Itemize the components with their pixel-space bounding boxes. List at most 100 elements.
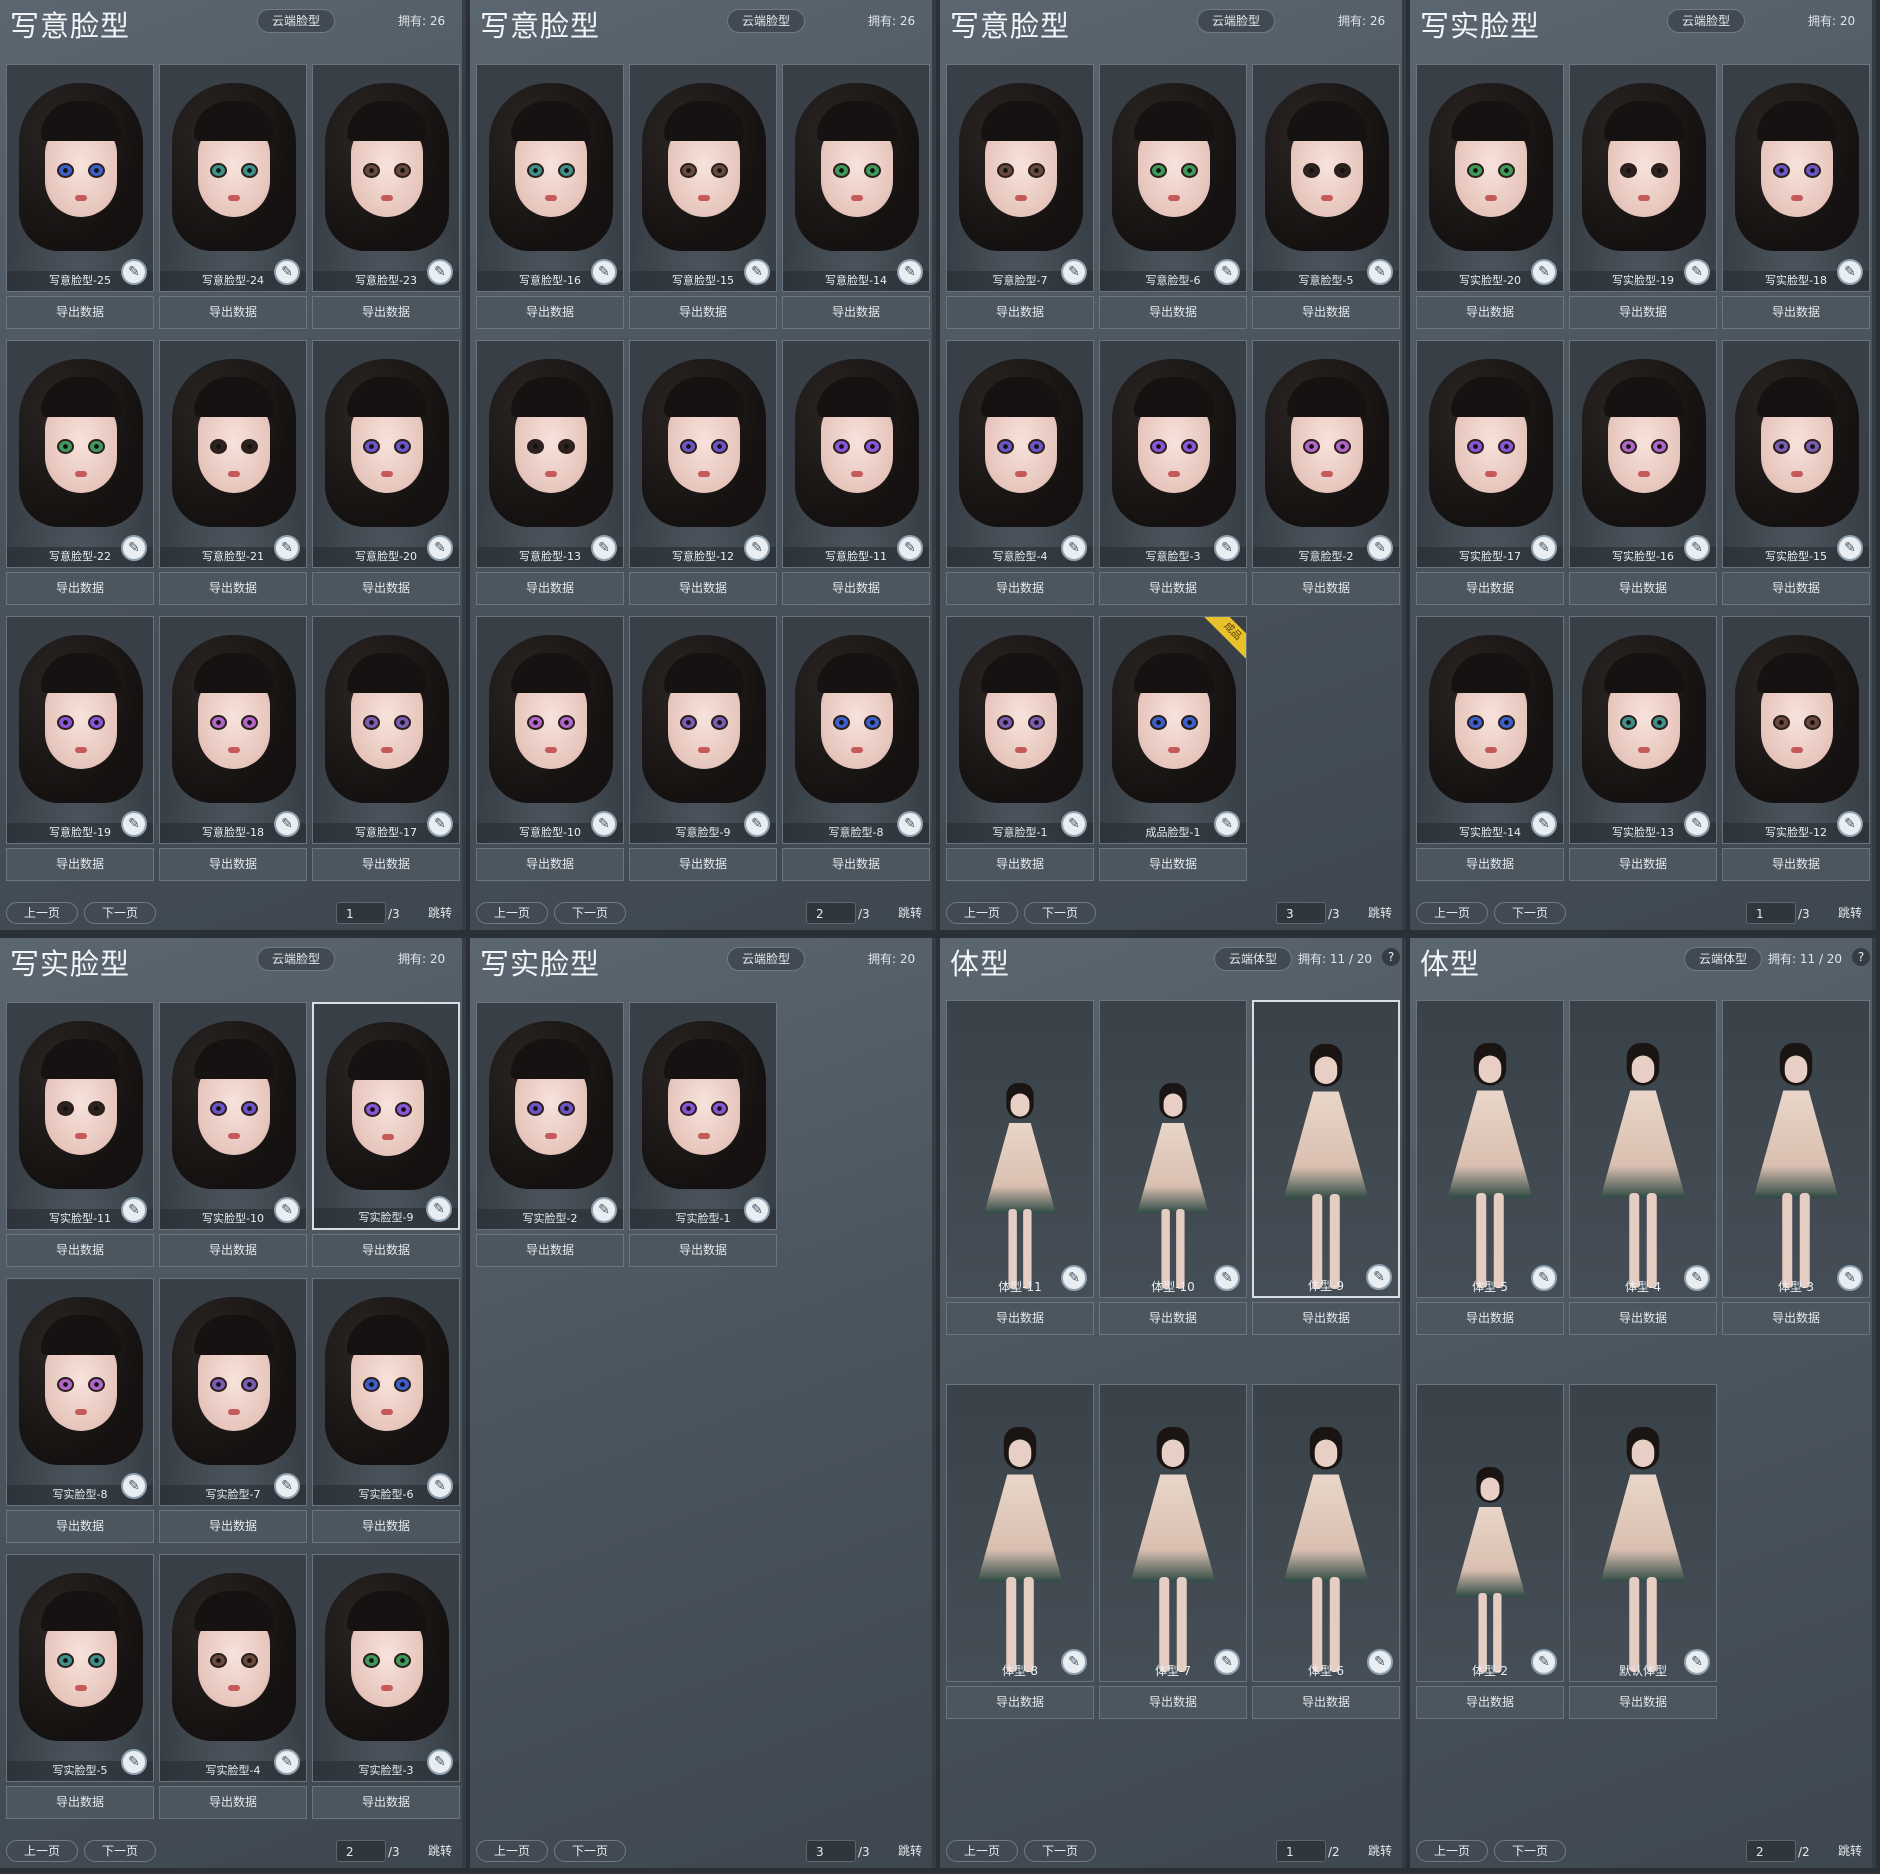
prev-page-button[interactable]: 上一页 <box>1416 1840 1488 1862</box>
jump-button[interactable]: 跳转 <box>1368 904 1392 921</box>
portrait-card[interactable]: 体型-4 ✎ <box>1569 1000 1717 1298</box>
brush-icon[interactable]: ✎ <box>1837 259 1863 285</box>
brush-icon[interactable]: ✎ <box>427 1473 453 1499</box>
brush-icon[interactable]: ✎ <box>1214 259 1240 285</box>
brush-icon[interactable]: ✎ <box>1531 1649 1557 1675</box>
brush-icon[interactable]: ✎ <box>1214 811 1240 837</box>
page-input[interactable] <box>806 902 856 924</box>
portrait-card[interactable]: 写实脸型-5 ✎ <box>6 1554 154 1782</box>
page-input[interactable] <box>336 1840 386 1862</box>
brush-icon[interactable]: ✎ <box>1214 1649 1240 1675</box>
export-button[interactable]: 导出数据 <box>946 572 1094 605</box>
brush-icon[interactable]: ✎ <box>1531 811 1557 837</box>
brush-icon[interactable]: ✎ <box>1061 1265 1087 1291</box>
brush-icon[interactable]: ✎ <box>1684 535 1710 561</box>
portrait-card[interactable]: 体型-6 ✎ <box>1252 1384 1400 1682</box>
portrait-card[interactable]: 写意脸型-12 ✎ <box>629 340 777 568</box>
portrait-card[interactable]: 写实脸型-16 ✎ <box>1569 340 1717 568</box>
export-button[interactable]: 导出数据 <box>6 1234 154 1267</box>
export-button[interactable]: 导出数据 <box>1722 296 1870 329</box>
portrait-card[interactable]: 体型-9 ✎ <box>1252 1000 1400 1298</box>
portrait-card[interactable]: 写实脸型-9 ✎ <box>312 1002 460 1230</box>
export-button[interactable]: 导出数据 <box>1569 1686 1717 1719</box>
next-page-button[interactable]: 下一页 <box>1494 1840 1566 1862</box>
brush-icon[interactable]: ✎ <box>426 1196 452 1222</box>
page-input[interactable] <box>1276 902 1326 924</box>
export-button[interactable]: 导出数据 <box>312 572 460 605</box>
portrait-card[interactable]: 写意脸型-25 ✎ <box>6 64 154 292</box>
export-button[interactable]: 导出数据 <box>1099 572 1247 605</box>
export-button[interactable]: 导出数据 <box>782 572 930 605</box>
prev-page-button[interactable]: 上一页 <box>476 1840 548 1862</box>
next-page-button[interactable]: 下一页 <box>84 1840 156 1862</box>
portrait-card[interactable]: 写实脸型-19 ✎ <box>1569 64 1717 292</box>
export-button[interactable]: 导出数据 <box>1252 1302 1400 1335</box>
portrait-card[interactable]: 写实脸型-7 ✎ <box>159 1278 307 1506</box>
page-input[interactable] <box>806 1840 856 1862</box>
export-button[interactable]: 导出数据 <box>629 572 777 605</box>
portrait-card[interactable]: 体型-3 ✎ <box>1722 1000 1870 1298</box>
brush-icon[interactable]: ✎ <box>1214 1265 1240 1291</box>
portrait-card[interactable]: 写意脸型-6 ✎ <box>1099 64 1247 292</box>
brush-icon[interactable]: ✎ <box>1367 1649 1393 1675</box>
brush-icon[interactable]: ✎ <box>744 259 770 285</box>
brush-icon[interactable]: ✎ <box>744 535 770 561</box>
export-button[interactable]: 导出数据 <box>629 1234 777 1267</box>
brush-icon[interactable]: ✎ <box>121 1749 147 1775</box>
portrait-card[interactable]: 写实脸型-15 ✎ <box>1722 340 1870 568</box>
export-button[interactable]: 导出数据 <box>946 1302 1094 1335</box>
export-button[interactable]: 导出数据 <box>1416 1686 1564 1719</box>
export-button[interactable]: 导出数据 <box>1099 1302 1247 1335</box>
brush-icon[interactable]: ✎ <box>1061 811 1087 837</box>
export-button[interactable]: 导出数据 <box>159 1234 307 1267</box>
portrait-card[interactable]: 写实脸型-13 ✎ <box>1569 616 1717 844</box>
export-button[interactable]: 导出数据 <box>946 848 1094 881</box>
export-button[interactable]: 导出数据 <box>1416 572 1564 605</box>
export-button[interactable]: 导出数据 <box>1099 848 1247 881</box>
portrait-card[interactable]: 写意脸型-17 ✎ <box>312 616 460 844</box>
portrait-card[interactable]: 体型-8 ✎ <box>946 1384 1094 1682</box>
portrait-card[interactable]: 写意脸型-5 ✎ <box>1252 64 1400 292</box>
brush-icon[interactable]: ✎ <box>274 1197 300 1223</box>
portrait-card[interactable]: 写实脸型-10 ✎ <box>159 1002 307 1230</box>
brush-icon[interactable]: ✎ <box>744 811 770 837</box>
portrait-card[interactable]: 写意脸型-14 ✎ <box>782 64 930 292</box>
jump-button[interactable]: 跳转 <box>898 1842 922 1859</box>
brush-icon[interactable]: ✎ <box>121 535 147 561</box>
export-button[interactable]: 导出数据 <box>6 1786 154 1819</box>
prev-page-button[interactable]: 上一页 <box>6 902 78 924</box>
brush-icon[interactable]: ✎ <box>427 535 453 561</box>
brush-icon[interactable]: ✎ <box>121 259 147 285</box>
portrait-card[interactable]: 写意脸型-24 ✎ <box>159 64 307 292</box>
portrait-card[interactable]: 写意脸型-8 ✎ <box>782 616 930 844</box>
next-page-button[interactable]: 下一页 <box>84 902 156 924</box>
brush-icon[interactable]: ✎ <box>121 1473 147 1499</box>
cloud-button[interactable]: 云端体型 <box>1684 947 1763 971</box>
export-button[interactable]: 导出数据 <box>1722 1302 1870 1335</box>
export-button[interactable]: 导出数据 <box>476 1234 624 1267</box>
portrait-card[interactable]: 写实脸型-20 ✎ <box>1416 64 1564 292</box>
portrait-card[interactable]: 成品 成品脸型-1 ✎ <box>1099 616 1247 844</box>
brush-icon[interactable]: ✎ <box>744 1197 770 1223</box>
brush-icon[interactable]: ✎ <box>1061 1649 1087 1675</box>
portrait-card[interactable]: 写实脸型-2 ✎ <box>476 1002 624 1230</box>
export-button[interactable]: 导出数据 <box>159 1510 307 1543</box>
brush-icon[interactable]: ✎ <box>1837 535 1863 561</box>
brush-icon[interactable]: ✎ <box>1531 1265 1557 1291</box>
brush-icon[interactable]: ✎ <box>274 811 300 837</box>
brush-icon[interactable]: ✎ <box>121 811 147 837</box>
export-button[interactable]: 导出数据 <box>1099 1686 1247 1719</box>
portrait-card[interactable]: 写实脸型-18 ✎ <box>1722 64 1870 292</box>
portrait-card[interactable]: 写实脸型-4 ✎ <box>159 1554 307 1782</box>
portrait-card[interactable]: 写实脸型-3 ✎ <box>312 1554 460 1782</box>
export-button[interactable]: 导出数据 <box>1569 572 1717 605</box>
export-button[interactable]: 导出数据 <box>1416 296 1564 329</box>
cloud-button[interactable]: 云端体型 <box>1214 947 1293 971</box>
portrait-card[interactable]: 写意脸型-22 ✎ <box>6 340 154 568</box>
jump-button[interactable]: 跳转 <box>1368 1842 1392 1859</box>
export-button[interactable]: 导出数据 <box>312 848 460 881</box>
brush-icon[interactable]: ✎ <box>591 259 617 285</box>
cloud-button[interactable]: 云端脸型 <box>257 9 336 33</box>
brush-icon[interactable]: ✎ <box>1367 535 1393 561</box>
brush-icon[interactable]: ✎ <box>897 811 923 837</box>
